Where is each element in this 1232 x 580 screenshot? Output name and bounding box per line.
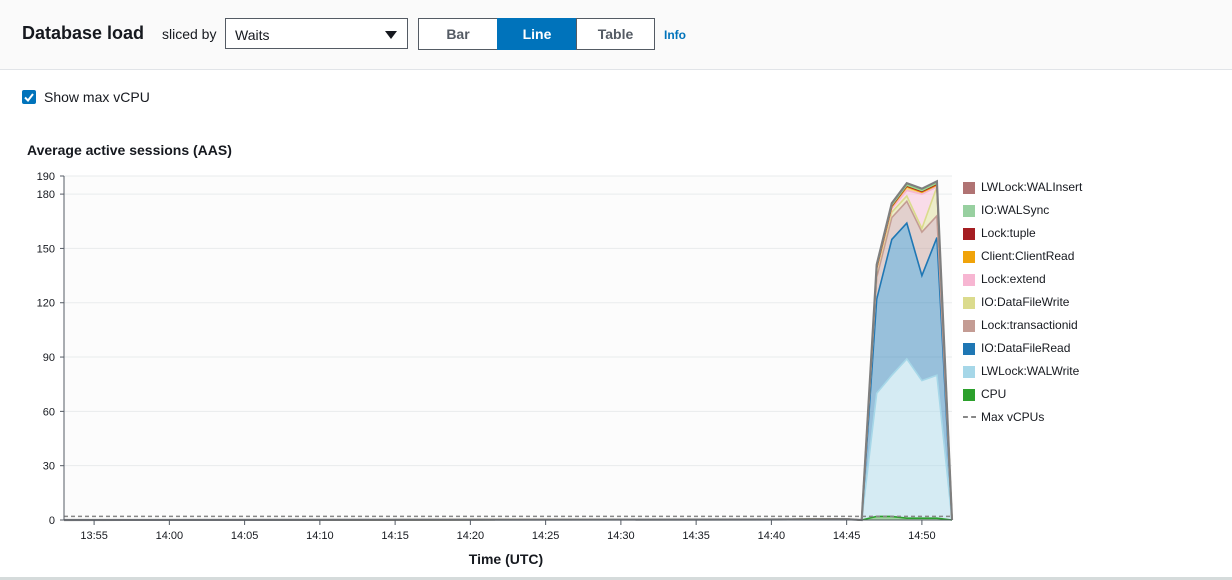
header-bar: Database load sliced by Waits Bar Line T… bbox=[0, 0, 1232, 70]
show-max-vcpu-label: Show max vCPU bbox=[44, 89, 150, 105]
x-tick-label: 14:15 bbox=[381, 530, 409, 542]
legend-label: IO:WALSync bbox=[981, 203, 1050, 217]
legend-swatch bbox=[963, 320, 975, 332]
checkmark-icon bbox=[24, 93, 34, 103]
legend-label: Lock:transactionid bbox=[981, 318, 1078, 332]
chart-title: Average active sessions (AAS) bbox=[27, 142, 232, 158]
dashed-line-icon bbox=[963, 416, 976, 418]
info-link[interactable]: Info bbox=[664, 28, 686, 42]
x-axis-label: Time (UTC) bbox=[469, 551, 543, 567]
x-tick-label: 14:30 bbox=[607, 530, 635, 542]
sliced-by-label: sliced by bbox=[162, 26, 217, 42]
x-tick-label: 14:45 bbox=[833, 530, 861, 542]
y-tick-label: 30 bbox=[43, 461, 55, 473]
legend-swatch bbox=[963, 205, 975, 217]
x-tick-label: 14:00 bbox=[156, 530, 184, 542]
x-tick-label: 14:35 bbox=[682, 530, 710, 542]
legend-swatch bbox=[963, 389, 975, 401]
show-max-vcpu-checkbox[interactable] bbox=[22, 90, 36, 104]
y-tick-label: 120 bbox=[37, 298, 55, 310]
legend-label: Max vCPUs bbox=[981, 410, 1045, 424]
tab-bar[interactable]: Bar bbox=[418, 18, 498, 50]
caret-down-icon bbox=[385, 31, 397, 39]
x-tick-label: 14:05 bbox=[231, 530, 259, 542]
page-title: Database load bbox=[22, 23, 145, 43]
y-tick-label: 0 bbox=[49, 515, 55, 527]
legend-swatch bbox=[963, 297, 975, 309]
legend-swatch bbox=[963, 182, 975, 194]
legend-label: Lock:extend bbox=[981, 272, 1046, 286]
legend-swatch bbox=[963, 274, 975, 286]
legend-label: IO:DataFileRead bbox=[981, 341, 1071, 355]
y-tick-label: 60 bbox=[43, 406, 55, 418]
legend-swatch bbox=[963, 366, 975, 378]
slice-by-select[interactable]: Waits bbox=[225, 18, 408, 49]
legend-label: LWLock:WALWrite bbox=[981, 364, 1080, 378]
x-tick-label: 13:55 bbox=[80, 530, 108, 542]
aas-chart: 0 30 60 90 120 150 180 190 13:55 14:00 14:05 14:10… bbox=[37, 171, 954, 567]
x-tick-label: 14:40 bbox=[758, 530, 786, 542]
tab-line[interactable]: Line bbox=[497, 18, 577, 50]
y-tick-label: 150 bbox=[37, 243, 55, 255]
legend-swatch bbox=[963, 228, 975, 240]
legend-label: LWLock:WALInsert bbox=[981, 180, 1083, 194]
legend-swatch bbox=[963, 251, 975, 263]
slice-by-value: Waits bbox=[235, 27, 270, 43]
plot-area bbox=[64, 176, 952, 520]
legend-label: Client:ClientRead bbox=[981, 249, 1075, 263]
x-tick-label: 14:50 bbox=[908, 530, 936, 542]
legend-label: CPU bbox=[981, 387, 1007, 401]
x-tick-label: 14:10 bbox=[306, 530, 334, 542]
legend-label: Lock:tuple bbox=[981, 226, 1036, 240]
y-tick-label: 190 bbox=[37, 171, 55, 183]
legend-swatch bbox=[963, 343, 975, 355]
y-tick-label: 180 bbox=[37, 189, 55, 201]
x-tick-label: 14:20 bbox=[457, 530, 485, 542]
tab-table[interactable]: Table bbox=[576, 18, 655, 50]
legend-label: IO:DataFileWrite bbox=[981, 295, 1070, 309]
x-tick-label: 14:25 bbox=[532, 530, 560, 542]
y-tick-label: 90 bbox=[43, 352, 55, 364]
